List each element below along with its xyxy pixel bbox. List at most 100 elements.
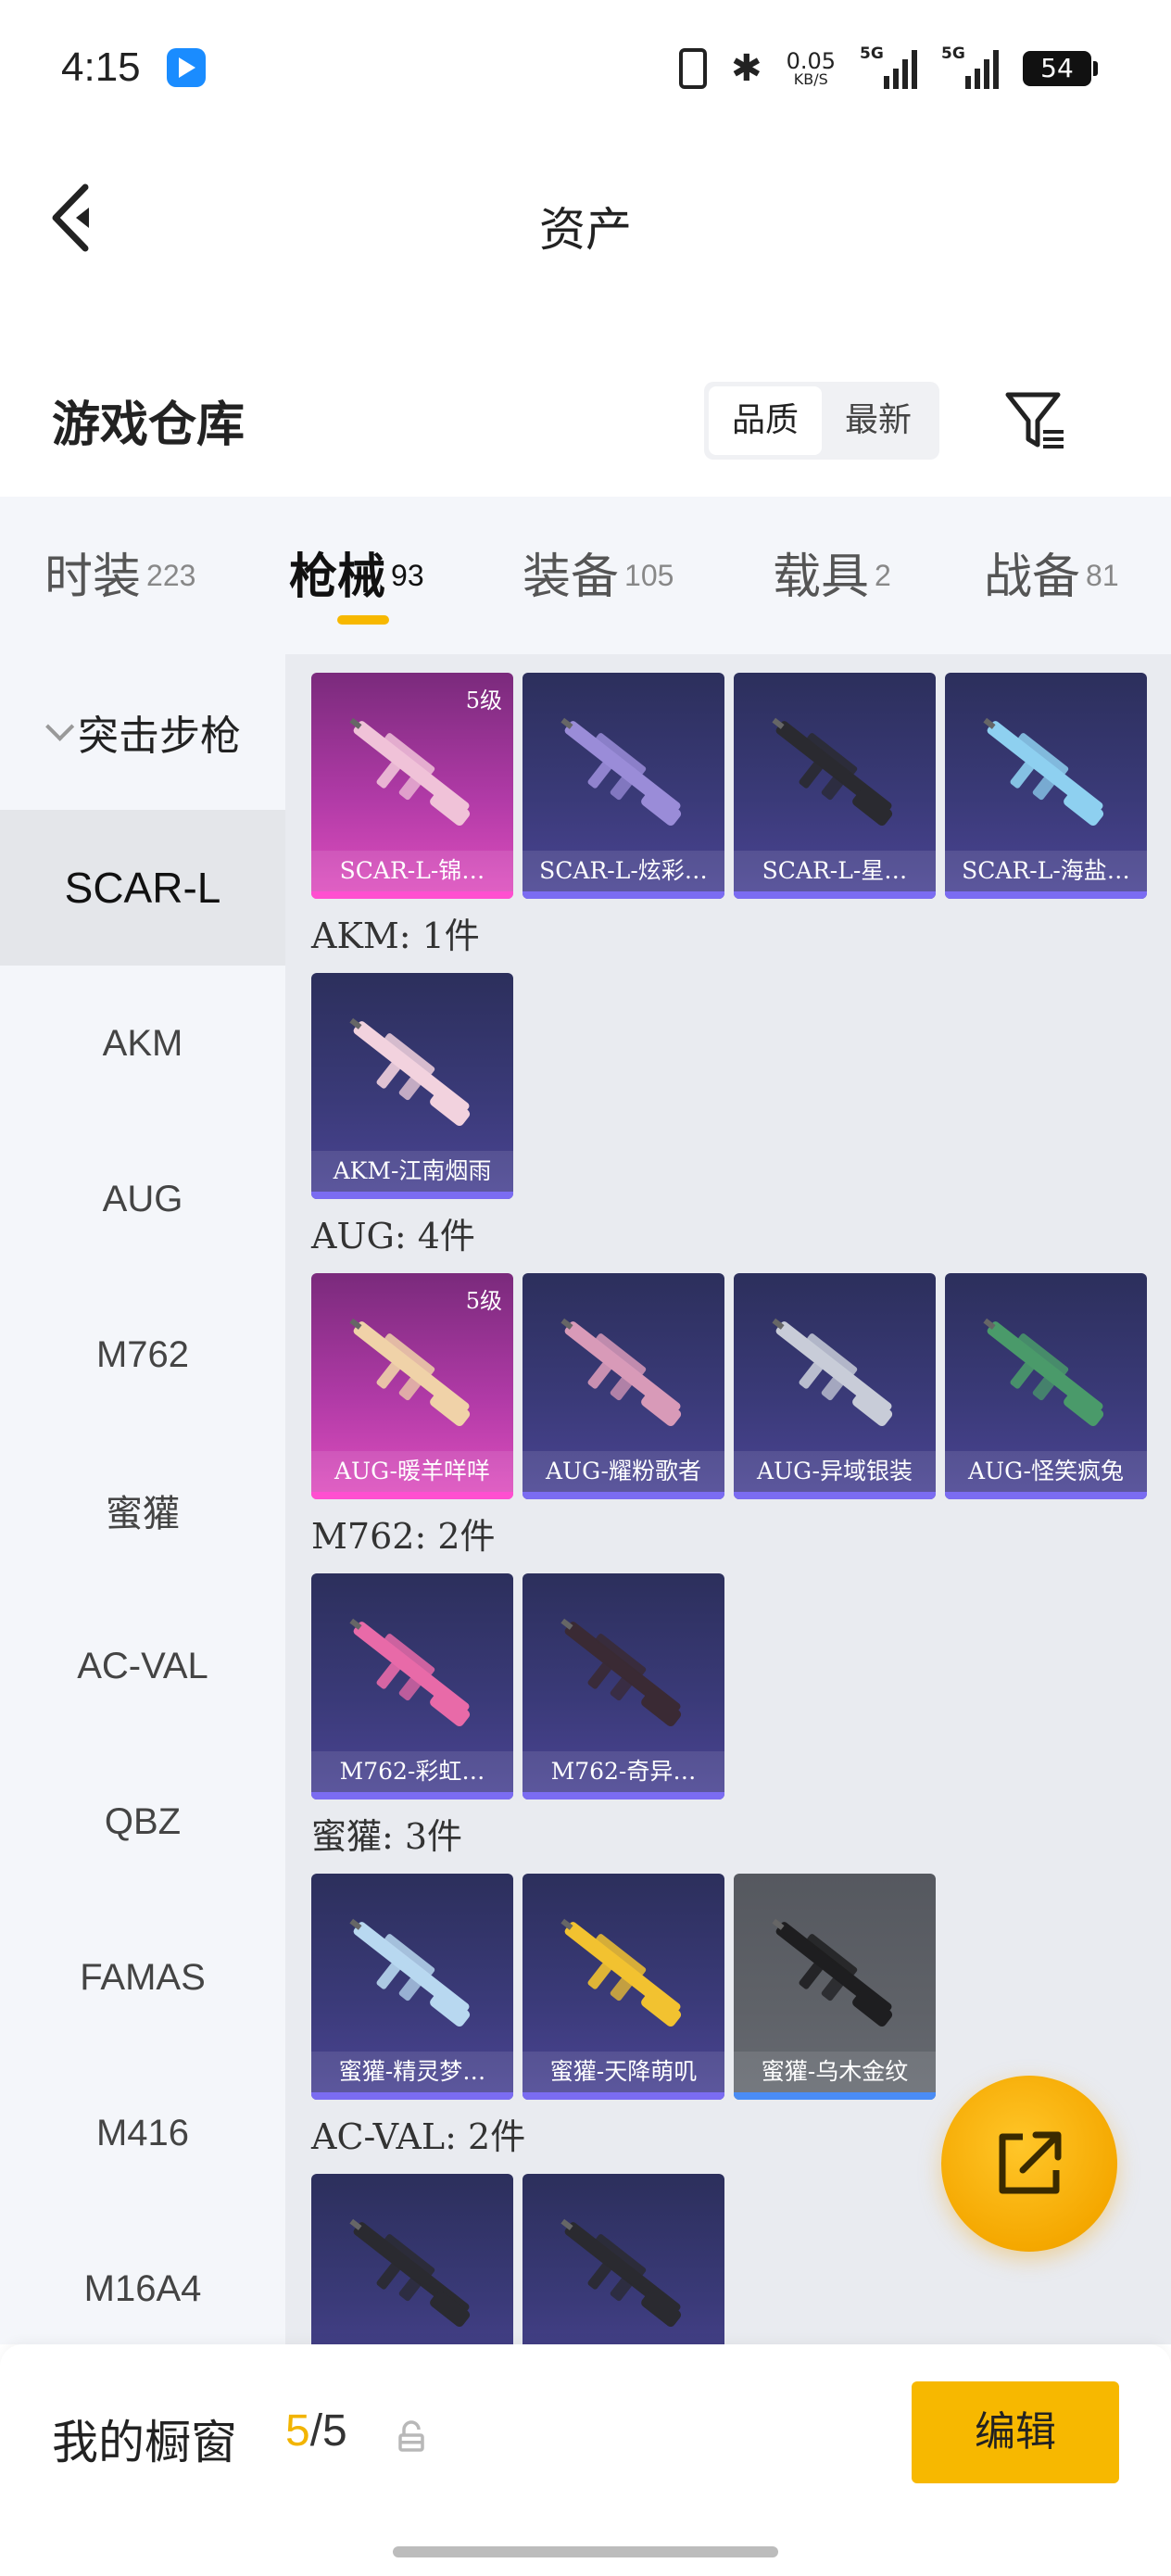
skin-grid: 蜜獾-精灵梦… 蜜獾-天降萌叽 蜜獾-乌木金纹 [311,1874,1171,2100]
quality-bar [734,2092,936,2100]
status-time: 4:15 [61,44,141,90]
skin-card[interactable]: 5级 AUG-暖羊咩咩 [311,1273,513,1499]
skin-name: M762-奇异… [523,1751,724,1792]
quality-bar [523,891,724,899]
skin-name: AUG-怪笑疯兔 [945,1451,1147,1492]
quality-bar [311,1192,513,1199]
quality-bar [945,1492,1147,1499]
skin-name: M762-彩虹… [311,1751,513,1792]
skin-card[interactable] [523,2174,724,2344]
chevron-down-icon [45,712,75,741]
skin-card[interactable]: AUG-耀粉歌者 [523,1273,724,1499]
tab-firearms[interactable]: 枪械 93 [289,537,424,607]
sidebar-item-scar-l[interactable]: SCAR-L [0,810,285,966]
rifle-icon [349,1918,471,2027]
skin-name: SCAR-L-锦… [311,851,513,891]
rifle-icon [772,1318,893,1427]
status-bar: 4:15 ✱ 0.05 KB/S 5G 5G 54 [0,0,1171,139]
skin-card[interactable]: AUG-异域银装 [734,1273,936,1499]
skin-card[interactable]: M762-彩虹… [311,1573,513,1799]
quality-bar [734,1492,936,1499]
weapon-section: AKM: 1件 AKM-江南烟雨 [285,899,1171,1199]
section-title: AKM: 1件 [311,915,480,956]
edit-button[interactable]: 编辑 [912,2381,1119,2483]
signal-icon-sim1: 5G [860,44,917,89]
signal-icon-sim2: 5G [941,44,999,89]
lock-icon [398,2420,424,2452]
rifle-icon [772,717,893,827]
sidebar-item-honey-badger[interactable]: 蜜獾 [0,1433,285,1588]
sort-quality-button[interactable]: 品质 [709,386,822,455]
weapon-section: M762: 2件 M762-彩虹… M762-奇异… [285,1499,1171,1799]
skin-card[interactable]: AKM-江南烟雨 [311,973,513,1199]
app-notification-icon [167,48,206,87]
share-button[interactable] [941,2076,1117,2252]
sidebar-item-m416[interactable]: M416 [0,2055,285,2211]
rifle-icon [560,1618,682,1727]
skin-card[interactable]: AUG-怪笑疯兔 [945,1273,1147,1499]
rifle-icon [560,1918,682,2027]
skin-card[interactable]: 5级 SCAR-L-锦… [311,673,513,899]
quality-bar [734,891,936,899]
sidebar-item-qbz[interactable]: QBZ [0,1744,285,1900]
section-title: AUG: 4件 [311,1216,475,1256]
tab-vehicles[interactable]: 载具 2 [773,537,891,607]
sidebar-item-famas[interactable]: FAMAS [0,1900,285,2055]
skin-card[interactable]: SCAR-L-炫彩… [523,673,724,899]
skin-name: AKM-江南烟雨 [311,1151,513,1192]
rifle-icon [560,2218,682,2328]
skin-name: 蜜獾-乌木金纹 [734,2052,936,2092]
tab-supplies[interactable]: 战备 81 [984,537,1119,607]
skin-card[interactable] [311,2174,513,2344]
rifle-icon [772,1918,893,2027]
skin-card[interactable]: 蜜獾-乌木金纹 [734,1874,936,2100]
tab-equipment[interactable]: 装备 105 [523,537,674,607]
share-icon [999,2131,1062,2194]
skin-name: 蜜獾-天降萌叽 [523,2052,724,2092]
battery-icon: 54 [1023,51,1098,86]
weapon-section: 5级 SCAR-L-锦… SCAR-L-炫彩… SCAR-L-星… SCAR-L-海盐… [285,654,1171,899]
quality-bar [311,891,513,899]
warehouse-title: 游戏仓库 [52,397,246,453]
rifle-icon [349,1017,471,1127]
showcase-bar: 我的橱窗 5/5 编辑 [0,2344,1171,2576]
filter-button[interactable] [1001,385,1071,456]
sort-toggle: 品质 最新 [704,382,939,460]
vibrate-icon [679,48,708,89]
skin-name: AUG-耀粉歌者 [523,1451,724,1492]
quality-bar [311,1492,513,1499]
page-title: 资产 [539,203,632,257]
skin-name: SCAR-L-炫彩… [523,851,724,891]
quality-bar [311,2092,513,2100]
skin-card[interactable]: M762-奇异… [523,1573,724,1799]
skin-name: SCAR-L-海盐… [945,851,1147,891]
rifle-icon [349,1618,471,1727]
skin-grid: M762-彩虹… M762-奇异… [311,1573,1171,1799]
rifle-icon [560,1318,682,1427]
rifle-icon [983,717,1104,827]
weapon-section: AUG: 4件 5级 AUG-暖羊咩咩 AUG-耀粉歌者 AUG-异域银装 AUG-怪笑疯… [285,1199,1171,1499]
sidebar-item-akm[interactable]: AKM [0,966,285,1121]
sidebar-item-m16a4[interactable]: M16A4 [0,2211,285,2344]
skin-card[interactable]: SCAR-L-海盐… [945,673,1147,899]
quality-bar [311,1792,513,1799]
skin-name: 蜜獾-精灵梦… [311,2052,513,2092]
sidebar-item-m762[interactable]: M762 [0,1277,285,1433]
skin-name: AUG-暖羊咩咩 [311,1451,513,1492]
home-indicator[interactable] [393,2546,778,2557]
rifle-icon [983,1318,1104,1427]
rifle-icon [349,2218,471,2328]
tab-fashion[interactable]: 时装 223 [44,537,195,607]
skin-card[interactable]: 蜜獾-天降萌叽 [523,1874,724,2100]
sort-latest-button[interactable]: 最新 [822,386,935,455]
sidebar-item-aug[interactable]: AUG [0,1121,285,1277]
bluetooth-icon: ✱ [731,47,762,90]
sidebar-item-ac-val[interactable]: AC-VAL [0,1588,285,1744]
skin-card[interactable]: 蜜獾-精灵梦… [311,1874,513,2100]
quality-bar [523,1792,724,1799]
sidebar-group-assault-rifles[interactable]: 突击步枪 [0,654,285,810]
skin-card[interactable]: SCAR-L-星… [734,673,936,899]
section-title: 蜜獾: 3件 [311,1816,463,1857]
showcase-count: 5/5 [285,2406,347,2456]
rifle-icon [560,717,682,827]
